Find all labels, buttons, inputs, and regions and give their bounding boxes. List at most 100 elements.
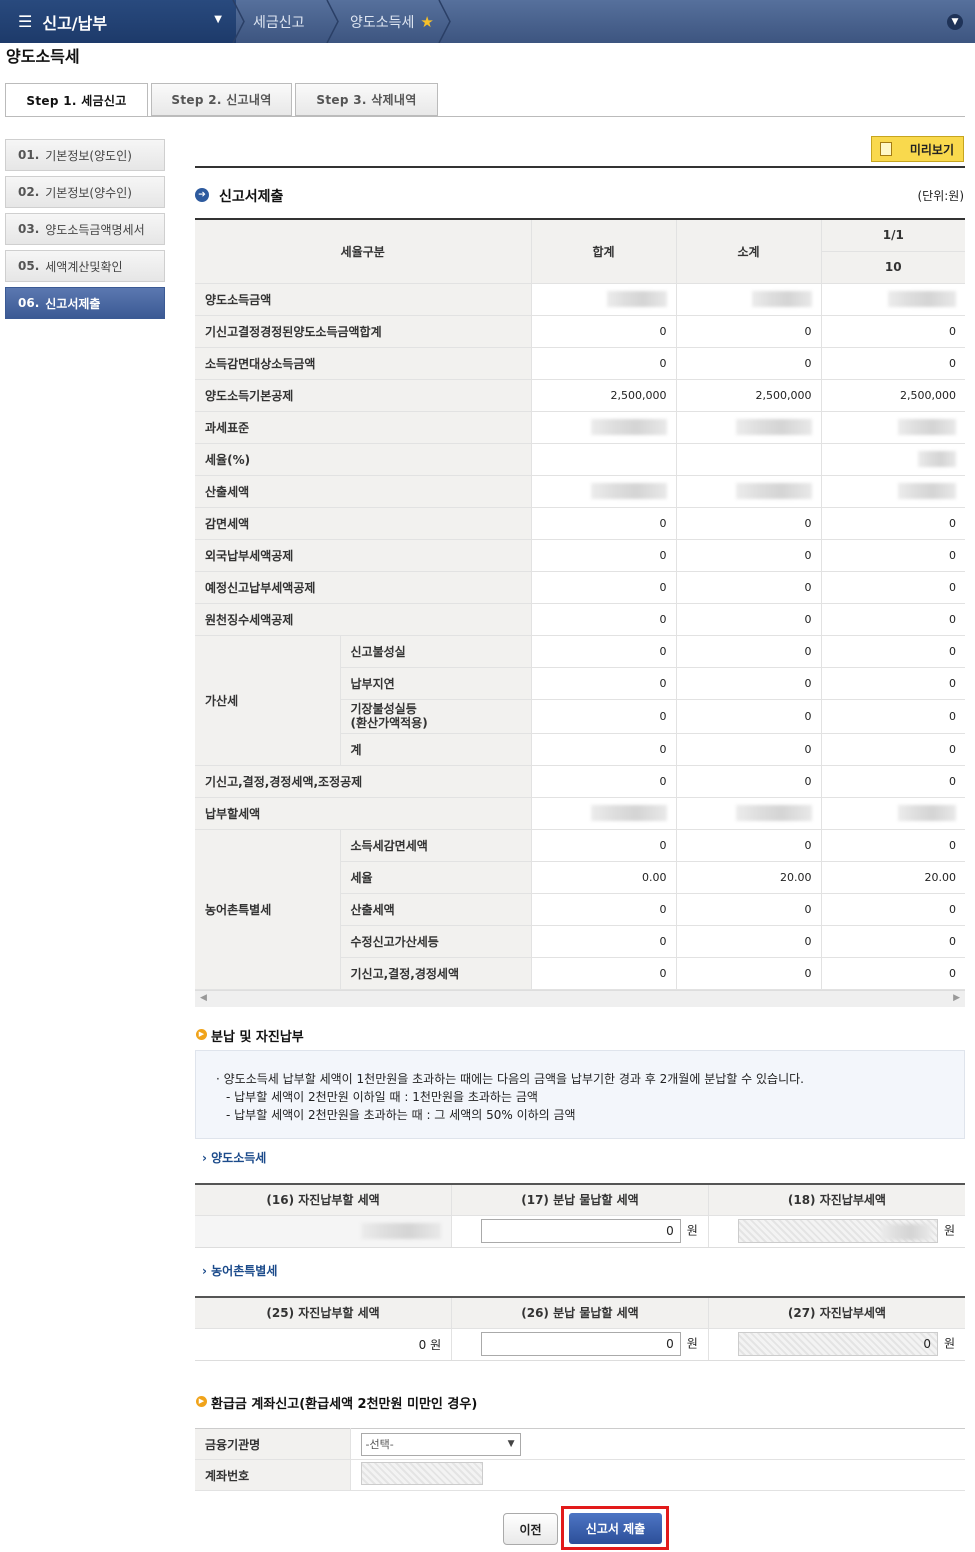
cell-rate10: 2,500,000 (821, 379, 966, 412)
cell-total: 0 (531, 699, 677, 734)
bank-select[interactable]: -선택- ▼ (360, 1432, 521, 1456)
account-number-label: 계좌번호 (195, 1459, 351, 1491)
table-row: 원천징수세액공제 0 0 0 (195, 603, 966, 636)
page-title: 양도소득세 (6, 47, 80, 66)
cell-subtotal: 0 (676, 829, 822, 862)
horizontal-scrollbar[interactable]: ◀ ▶ (195, 990, 965, 1007)
masked-value (735, 483, 812, 499)
arrow-circle-icon: ➔ (195, 188, 209, 202)
cell-subtotal: 0 (676, 925, 822, 958)
row-label: 기신고,결정,경정세액,조정공제 (195, 765, 532, 798)
table-row: 세율(%) (195, 443, 966, 476)
masked-value (880, 1223, 931, 1240)
notice-line: - 납부할 세액이 2천만원 이하일 때 : 1천만원을 초과하는 금액 (226, 1090, 538, 1104)
row-label: 소득감면대상소득금액 (195, 347, 532, 380)
masked-value (751, 291, 812, 307)
dropdown-arrow-icon: ▼ (507, 1438, 515, 1449)
table-row: 기신고결정경정된양도소득금액합계 0 0 0 (195, 315, 966, 348)
masked-value (898, 805, 957, 821)
submit-return-button[interactable]: 신고서 제출 (569, 1513, 662, 1544)
header-self-payment-due: (16) 자진납부할 세액 (195, 1184, 453, 1216)
hamburger-icon: ☰ (18, 12, 33, 31)
tab-step1[interactable]: Step 1. 세금신고 (5, 83, 148, 117)
table-row: 감면세액 0 0 0 (195, 507, 966, 540)
self-payment-amount-field: 0 (737, 1332, 938, 1356)
header-self-payment: (18) 자진납부세액 (708, 1184, 965, 1216)
table-row: 외국납부세액공제 0 0 0 (195, 539, 966, 572)
cell-subtotal: 0 (676, 765, 822, 798)
sidebar-item-seller-info[interactable]: 01. 기본정보(양도인) (5, 139, 165, 171)
arrow-circle-icon: ▶ (196, 1396, 207, 1407)
header-self-payment-due: (25) 자진납부할 세액 (195, 1297, 453, 1329)
won-label: 원 (686, 1336, 698, 1351)
row-label: 납부할세액 (195, 797, 532, 830)
cell-subtotal: 0 (676, 667, 822, 700)
previous-button[interactable]: 이전 (503, 1513, 558, 1545)
breadcrumb-separator-icon (326, 0, 339, 43)
sidebar-item-submit-return[interactable]: 06. 신고서제출 (5, 287, 165, 319)
sidebar-item-tax-calculation[interactable]: 05. 세액계산및확인 (5, 250, 165, 282)
menu-label: 신고/납부 (42, 13, 108, 33)
cell-total: 0 (531, 925, 677, 958)
header-self-payment: (27) 자진납부세액 (708, 1297, 965, 1329)
cell-total: 0 (531, 635, 677, 668)
table-row: 기신고,결정,경정세액,조정공제 0 0 0 (195, 765, 966, 798)
sidebar-item-income-statement[interactable]: 03. 양도소득금액명세서 (5, 213, 165, 245)
installment-amount-input[interactable]: 0 (480, 1219, 681, 1243)
table-row: 예정신고납부세액공제 0 0 0 (195, 571, 966, 604)
masked-value (361, 1223, 442, 1239)
sidebar-item-number: 06. (18, 296, 40, 310)
sidebar-item-label: 기본정보(양도인) (45, 148, 132, 163)
favorite-star-icon[interactable]: ★ (420, 13, 433, 31)
won-label: 원 (943, 1223, 955, 1238)
header-installment: (26) 분납 물납할 세액 (451, 1297, 709, 1329)
submit-highlight: 신고서 제출 (561, 1506, 669, 1550)
cell-rate10: 0 (821, 667, 966, 700)
table-row: 산출세액 (195, 475, 966, 508)
preview-button[interactable]: 미리보기 (871, 136, 964, 162)
preview-label: 미리보기 (909, 142, 954, 157)
sidebar-item-number: 03. (18, 222, 40, 236)
scroll-left-icon[interactable]: ◀ (200, 993, 207, 1003)
row-label: 산출세액 (340, 893, 532, 926)
masked-value (898, 419, 957, 435)
cell-rate10: 0 (821, 829, 966, 862)
cell-total: 0 (531, 957, 677, 990)
arrow-circle-icon: ▶ (196, 1029, 207, 1040)
breadcrumb-capital-gains[interactable]: 양도소득세 ★ (350, 0, 434, 43)
unit-label: (단위:원) (917, 189, 964, 203)
section-title-installment: 분납 및 자진납부 (211, 1030, 304, 1045)
tab-divider (5, 116, 965, 117)
cell-rate10: 0 (821, 315, 966, 348)
table-row: 양도소득금액 (195, 283, 966, 316)
chevron-down-icon[interactable]: ▼ (947, 14, 963, 30)
masked-value (590, 805, 667, 821)
row-label: 수정신고가산세등 (340, 925, 532, 958)
sidebar-item-buyer-info[interactable]: 02. 기본정보(양수인) (5, 176, 165, 208)
scroll-right-icon[interactable]: ▶ (953, 993, 960, 1003)
notice-line: - 납부할 세액이 2천만원을 초과하는 때 : 그 세액의 50% 이하의 금… (226, 1108, 576, 1122)
row-label: 세율(%) (195, 443, 532, 476)
cell-total: 0 (531, 603, 677, 636)
table-row: 농어촌특별세 소득세감면세액 0 0 0 (195, 829, 966, 990)
table-row: 소득감면대상소득금액 0 0 0 (195, 347, 966, 380)
document-icon (880, 142, 892, 156)
row-label: 외국납부세액공제 (195, 539, 532, 572)
breadcrumb-tax-filing[interactable]: 세금신고 (253, 0, 305, 43)
masked-value (590, 483, 667, 499)
cell-total: 0 (531, 507, 677, 540)
sidebar-item-label: 세액계산및확인 (45, 259, 123, 274)
table-row: 양도소득기본공제 2,500,000 2,500,000 2,500,000 (195, 379, 966, 412)
tab-step3[interactable]: Step 3. 삭제내역 (295, 83, 438, 116)
cell-rate10: 0 (821, 699, 966, 734)
sidebar-item-number: 05. (18, 259, 40, 273)
installment-amount-input[interactable]: 0 (480, 1332, 681, 1356)
cell-subtotal: 0 (676, 571, 822, 604)
tab-step2[interactable]: Step 2. 신고내역 (151, 83, 292, 116)
cell-rate10: 0 (821, 893, 966, 926)
masked-value (898, 483, 957, 499)
cell-subtotal: 0 (676, 507, 822, 540)
cell-subtotal: 20.00 (676, 861, 822, 894)
menu-button[interactable]: ☰ 신고/납부 ▼ (0, 0, 236, 43)
row-label: 양도소득금액 (195, 283, 532, 316)
